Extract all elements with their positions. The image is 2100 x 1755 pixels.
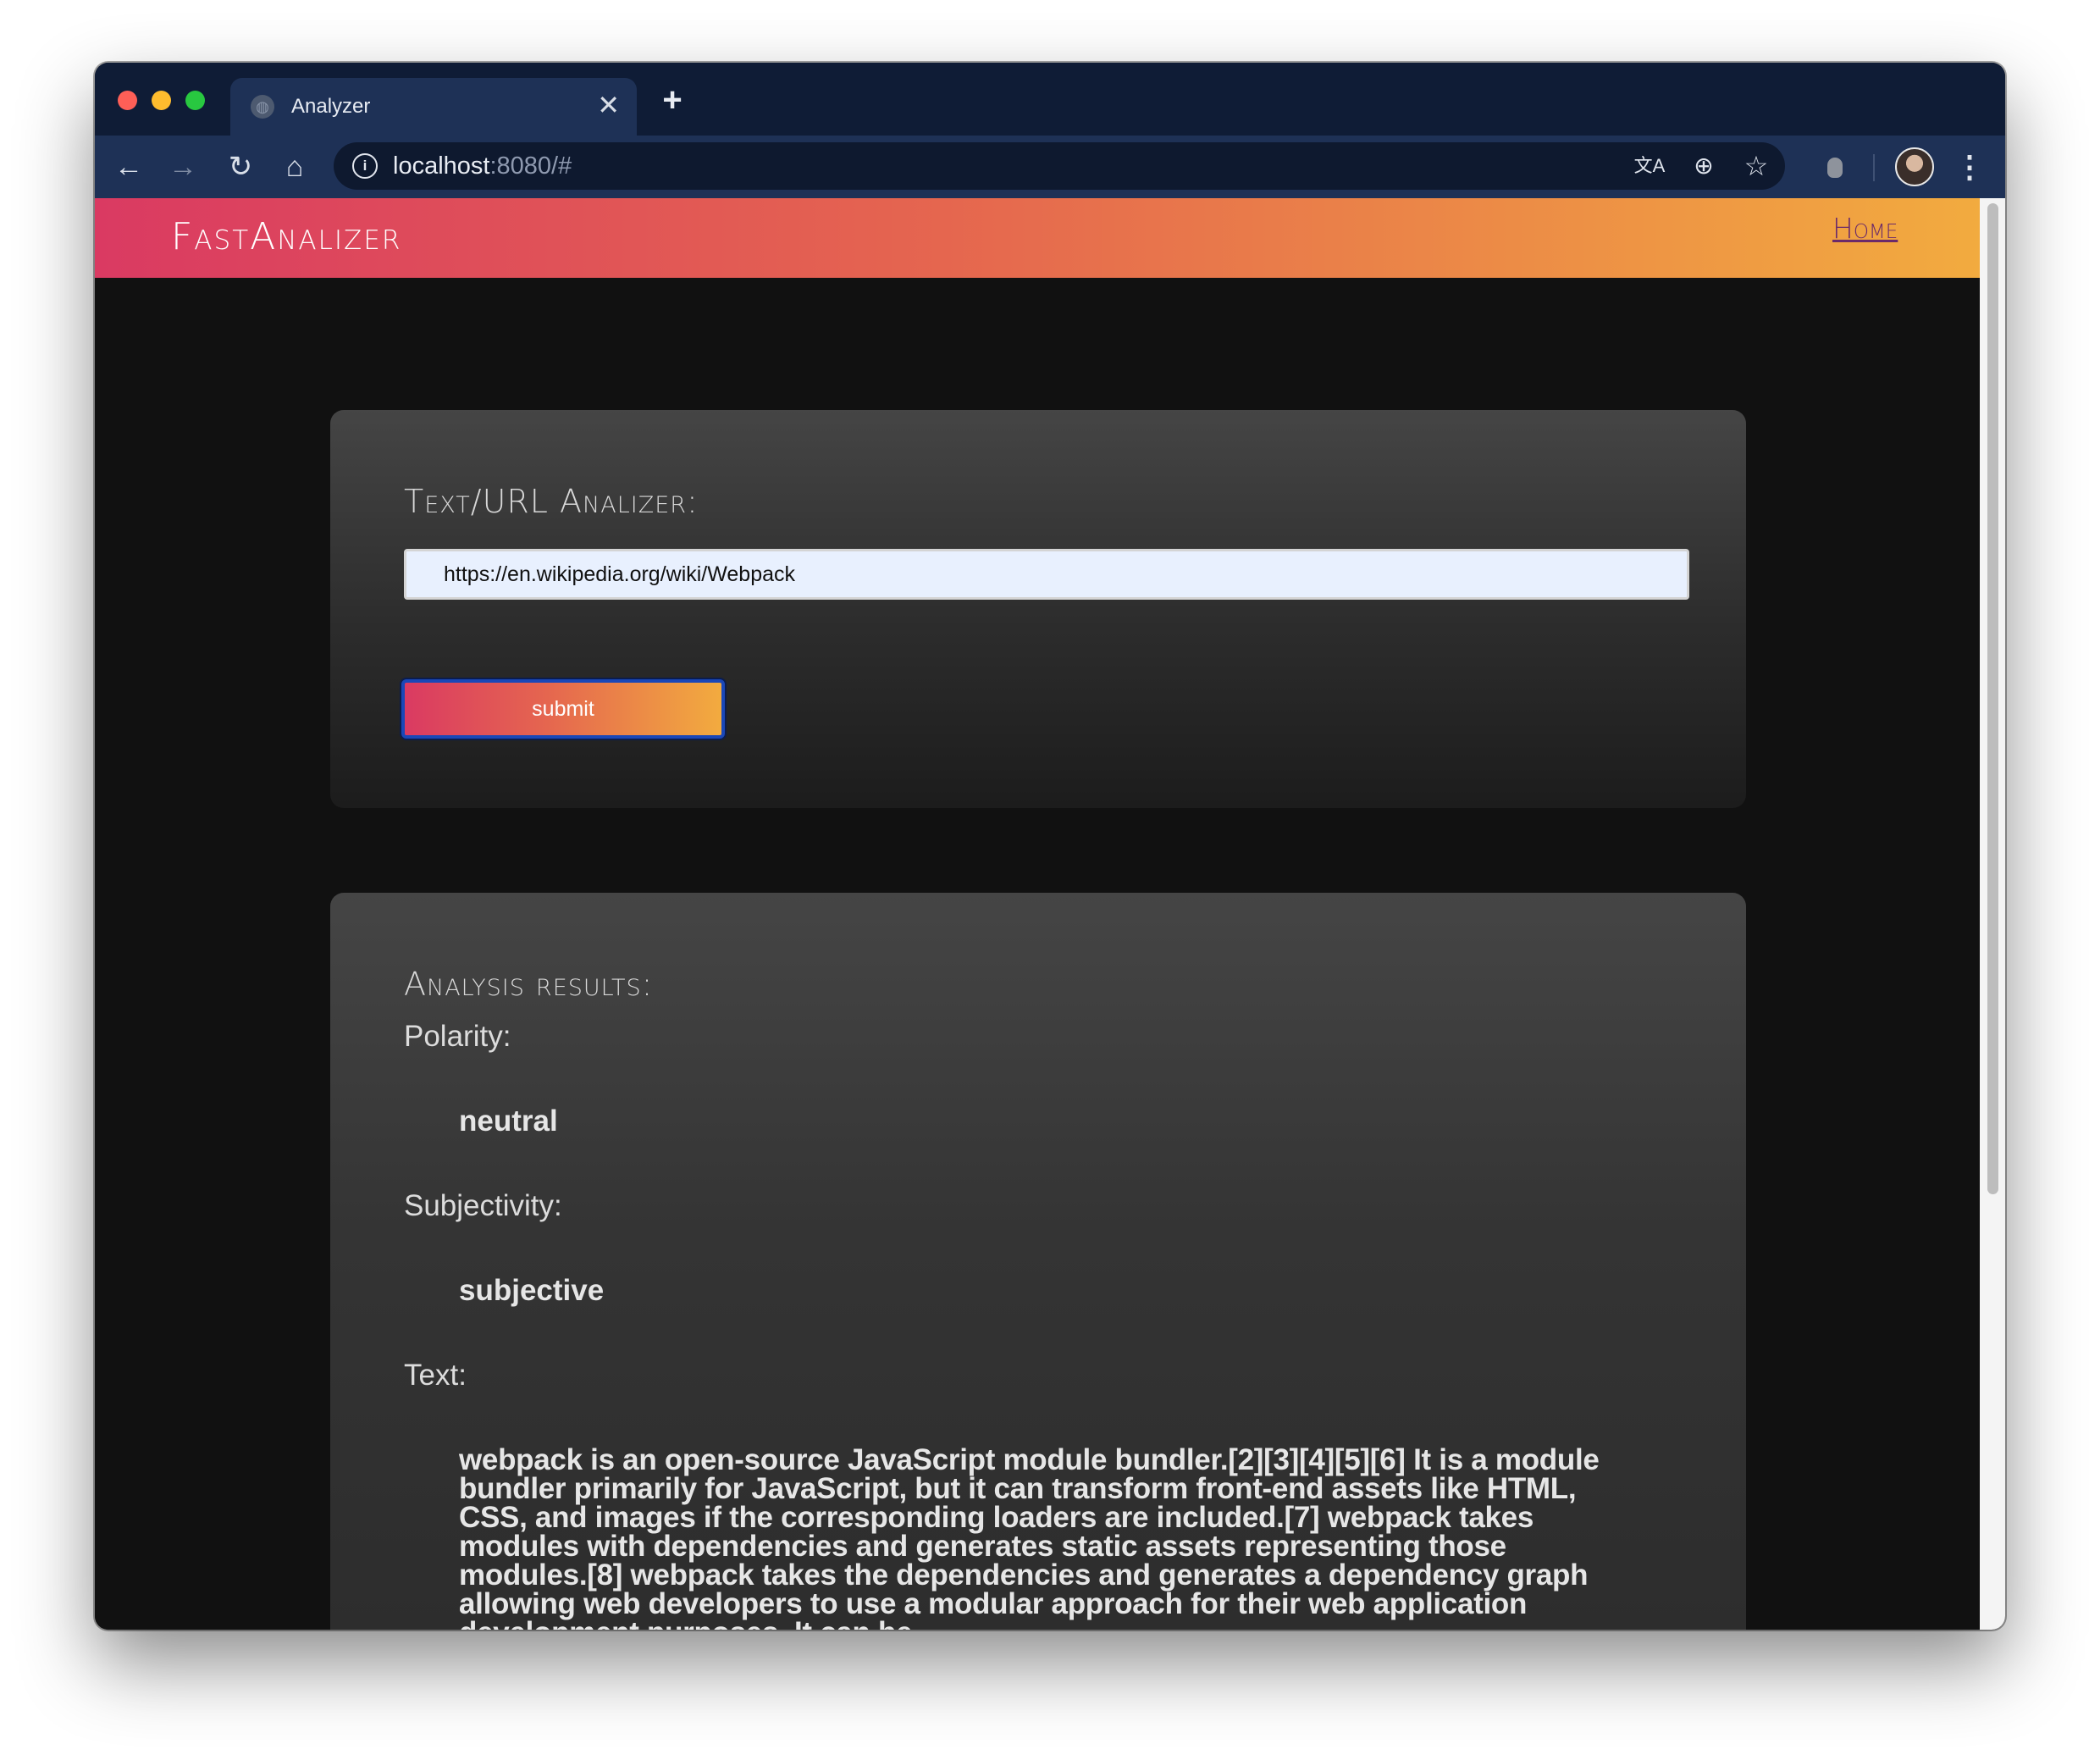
subjectivity-label: Subjectivity:: [404, 1189, 562, 1222]
globe-icon: ◍: [251, 95, 274, 119]
polarity-label: Polarity:: [404, 1020, 511, 1053]
address-bar[interactable]: i localhost:8080/# 文A ⊕ ☆: [334, 142, 1785, 190]
url-host: localhost: [393, 152, 490, 180]
scrollbar-thumb[interactable]: [1987, 203, 1998, 1194]
star-icon[interactable]: ☆: [1739, 149, 1773, 183]
minimize-window-button[interactable]: [152, 91, 171, 110]
info-icon[interactable]: i: [352, 153, 378, 179]
home-icon[interactable]: ⌂: [276, 148, 313, 185]
browser-toolbar: ← → ↻ ⌂ i localhost:8080/# 文A ⊕ ☆ ⋮: [95, 136, 2005, 198]
back-arrow-icon[interactable]: ←: [110, 148, 147, 185]
text-value: webpack is an open-source JavaScript mod…: [459, 1443, 1600, 1630]
text-label: Text:: [404, 1359, 467, 1392]
site-header: FastAnalizer Home: [95, 198, 1980, 278]
more-menu-icon[interactable]: ⋮: [1954, 148, 1985, 185]
forward-arrow-icon[interactable]: →: [164, 148, 202, 185]
toolbar-divider: [1873, 154, 1875, 181]
submit-button[interactable]: submit: [401, 679, 725, 739]
translate-icon[interactable]: 文A: [1633, 149, 1666, 183]
url-path: :8080/#: [489, 152, 572, 180]
close-window-button[interactable]: [118, 91, 137, 110]
avatar[interactable]: [1895, 147, 1934, 186]
tab-title: Analyzer: [291, 95, 371, 118]
site-logo[interactable]: FastAnalizer: [171, 215, 401, 258]
close-icon[interactable]: ✕: [597, 90, 620, 120]
reload-icon[interactable]: ↻: [222, 148, 259, 185]
browser-window: ◍ Analyzer ✕ + ← → ↻ ⌂ i localhost:8080/…: [95, 63, 2005, 1630]
extension-icon[interactable]: [1827, 158, 1843, 178]
polarity-value: neutral: [459, 1104, 558, 1138]
form-title: Text/URL Analizer:: [404, 483, 699, 520]
address-url[interactable]: localhost:8080/#: [393, 152, 572, 180]
page-viewport: FastAnalizer Home Text/URL Analizer: sub…: [95, 198, 1980, 1630]
results-card: Analysis results: Polarity: neutral Subj…: [330, 893, 1746, 1630]
new-tab-button[interactable]: +: [654, 81, 691, 119]
tab-analyzer[interactable]: ◍ Analyzer ✕: [230, 78, 637, 136]
tab-strip: ◍ Analyzer ✕ +: [95, 63, 2005, 136]
zoom-icon[interactable]: ⊕: [1687, 149, 1721, 183]
url-input[interactable]: [404, 549, 1689, 600]
page-scrollbar[interactable]: [1980, 198, 2005, 1630]
results-title: Analysis results:: [404, 966, 654, 1003]
maximize-window-button[interactable]: [185, 91, 205, 110]
subjectivity-value: subjective: [459, 1274, 605, 1307]
analyzer-form-card: Text/URL Analizer: submit: [330, 410, 1746, 808]
nav-home-link[interactable]: Home: [1832, 212, 1898, 245]
